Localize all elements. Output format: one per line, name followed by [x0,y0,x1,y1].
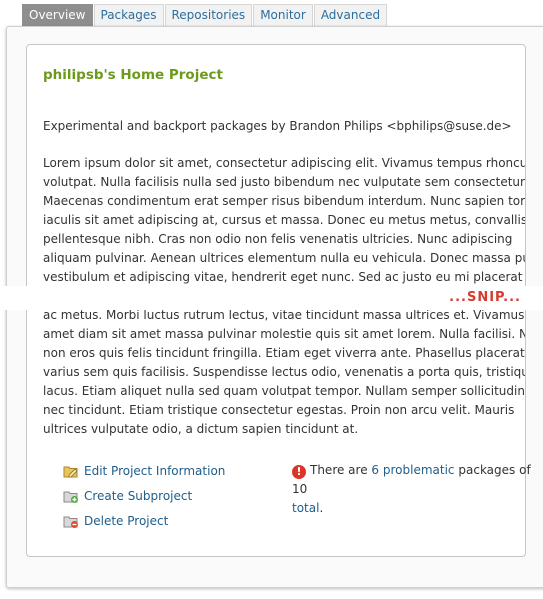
add-folder-icon [63,488,79,504]
problem-total: 10 [292,482,308,496]
problematic-link[interactable]: problematic [383,463,455,477]
create-subproject-link[interactable]: Create Subproject [84,489,192,503]
project-text-line: Lorem ipsum dolor sit amet, consectetur … [43,156,526,170]
project-text-top: Lorem ipsum dolor sit amet, consectetur … [43,154,526,287]
project-text-line: varius sem quis facilisis. Suspendisse l… [43,365,526,379]
total-link[interactable]: total [292,501,319,515]
edit-project-link[interactable]: Edit Project Information [84,464,225,478]
edit-project-action[interactable]: Edit Project Information [63,458,225,483]
project-text-line: vestibulum et adipiscing vitae, hendreri… [43,270,523,284]
problem-period: . [319,501,324,515]
problem-count-link[interactable]: 6 [371,463,379,477]
delete-project-action[interactable]: Delete Project [63,508,225,533]
project-title: philipsb's Home Project [43,67,223,83]
delete-project-link[interactable]: Delete Project [84,514,168,528]
project-text-line: iaculis sit amet adipiscing at, cursus e… [43,213,526,227]
edit-folder-icon [63,463,79,479]
tab-bar: Overview Packages Repositories Monitor A… [22,4,388,26]
project-text-line: nec tincidunt. Etiam tristique consectet… [43,403,515,417]
tab-repositories[interactable]: Repositories [164,4,253,26]
project-description: Experimental and backport packages by Br… [43,119,512,133]
project-text-line: ultrices vulputate odio, a dictum sapien… [43,422,359,436]
project-text-line: pellentesque nibh. Cras non odio non fel… [43,232,513,246]
project-text-line: non eros quis felis tincidunt fringilla.… [43,346,525,360]
tab-advanced[interactable]: Advanced [313,4,388,26]
project-text-line: volutpat. Nulla facilisis nulla sed just… [43,175,526,189]
project-text-line: aliquam pulvinar. Aenean ultrices elemen… [43,251,526,265]
tab-monitor[interactable]: Monitor [253,4,313,26]
tab-overview[interactable]: Overview [22,4,93,26]
project-actions: Edit Project Information Create Subproje… [63,458,225,533]
snip-label: ...SNIP... [449,290,521,305]
problem-text-before: There are [310,463,368,477]
problem-text-after: packages of [458,463,531,477]
problem-summary: ! There are 6 problematic packages of 10 … [292,461,542,518]
snip-divider: ...SNIP... [0,286,543,310]
project-text-line: Maecenas condimentum erat semper risus b… [43,194,526,208]
project-text-line: amet diam sit amet massa pulvinar molest… [43,327,526,341]
tab-packages[interactable]: Packages [93,4,164,26]
delete-folder-icon [63,513,79,529]
project-text-line: lacus. Etiam aliquet nulla sed quam volu… [43,384,526,398]
create-subproject-action[interactable]: Create Subproject [63,483,225,508]
project-text-bottom: ac metus. Morbi luctus rutrum lectus, vi… [43,306,526,439]
error-icon: ! [292,465,306,479]
